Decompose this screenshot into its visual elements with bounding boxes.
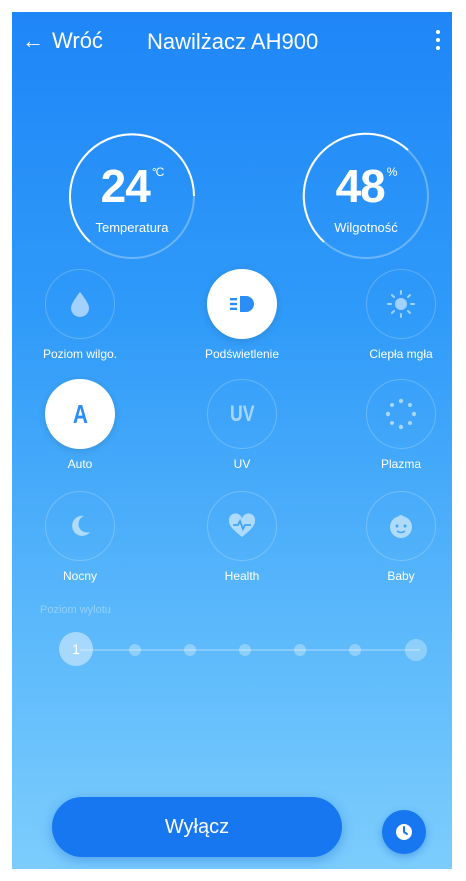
plasma-button[interactable] bbox=[366, 379, 436, 449]
feature-auto[interactable]: A Auto bbox=[20, 379, 140, 471]
header-bar: ← Wróć Nawilżacz AH900 bbox=[12, 12, 452, 72]
fan-level-step[interactable] bbox=[294, 644, 306, 656]
backlight-label: Podświetlenie bbox=[204, 347, 280, 361]
warm-mist-button[interactable] bbox=[366, 269, 436, 339]
feature-health[interactable]: Health bbox=[182, 491, 302, 583]
plasma-label: Plazma bbox=[380, 457, 421, 471]
app-screen: ← Wróć Nawilżacz AH900 24 °C Temperatura … bbox=[12, 12, 452, 869]
temperature-label: Temperatura bbox=[95, 220, 169, 235]
night-button[interactable] bbox=[45, 491, 115, 561]
temperature-value: 24 bbox=[100, 160, 151, 212]
temperature-unit: °C bbox=[151, 165, 165, 179]
baby-label: Baby bbox=[387, 569, 415, 583]
feature-warm-mist[interactable]: Ciepła mgła bbox=[341, 269, 452, 361]
fan-level-label: Poziom wylotu bbox=[40, 604, 111, 616]
temperature-gauge: 24 °C Temperatura bbox=[67, 131, 197, 261]
power-off-button[interactable]: Wyłącz bbox=[52, 797, 342, 857]
heart-pulse-icon bbox=[228, 513, 256, 537]
uv-label: UV bbox=[233, 457, 251, 471]
feature-night[interactable]: Nocny bbox=[20, 491, 140, 583]
fan-level-knob[interactable]: 1 bbox=[59, 632, 93, 666]
baby-button[interactable] bbox=[366, 491, 436, 561]
device-title: Nawilżacz AH900 bbox=[147, 29, 319, 54]
humidity-value-wrap: 48% bbox=[301, 159, 431, 213]
humidity-level-label: Poziom wilgo. bbox=[42, 347, 118, 361]
humidity-gauge: 48% Wilgotność bbox=[301, 131, 431, 261]
auto-icon: A bbox=[72, 398, 88, 429]
health-label: Health bbox=[224, 569, 260, 583]
power-off-label: Wyłącz bbox=[164, 815, 230, 838]
fan-level-step-max[interactable] bbox=[405, 639, 427, 661]
health-button[interactable] bbox=[207, 491, 277, 561]
feature-humidity-level[interactable]: Poziom wilgo. bbox=[20, 269, 140, 361]
moon-icon bbox=[72, 515, 90, 536]
back-label: Wróć bbox=[52, 28, 103, 53]
backlight-button[interactable] bbox=[207, 269, 277, 339]
uv-button[interactable]: UV bbox=[207, 379, 277, 449]
night-label: Nocny bbox=[62, 569, 97, 583]
clock-icon bbox=[396, 824, 412, 840]
sun-icon bbox=[387, 290, 415, 318]
uv-icon: UV bbox=[229, 401, 255, 426]
fan-level-step[interactable] bbox=[239, 644, 251, 656]
humidity-unit: % bbox=[386, 165, 398, 179]
humidity-value: 48 bbox=[335, 160, 386, 212]
humidity-level-button[interactable] bbox=[45, 269, 115, 339]
feature-uv[interactable]: UV UV bbox=[182, 379, 302, 471]
fan-level-step[interactable] bbox=[184, 644, 196, 656]
auto-button[interactable]: A bbox=[45, 379, 115, 449]
auto-label: Auto bbox=[67, 457, 93, 471]
baby-face-icon bbox=[390, 515, 412, 538]
back-button[interactable]: ← Wróć bbox=[22, 28, 103, 54]
warm-mist-label: Ciepła mgła bbox=[369, 347, 433, 361]
feature-baby[interactable]: Baby bbox=[341, 491, 452, 583]
back-arrow-icon: ← bbox=[22, 28, 44, 53]
headlight-icon bbox=[230, 296, 254, 312]
plasma-dots-icon bbox=[385, 398, 417, 430]
water-drop-icon bbox=[71, 292, 89, 317]
temperature-value-wrap: 24 °C bbox=[67, 159, 197, 213]
fan-level-step[interactable] bbox=[349, 644, 361, 656]
feature-backlight[interactable]: Podświetlenie bbox=[182, 269, 302, 361]
timer-button[interactable] bbox=[382, 810, 426, 854]
humidity-label: Wilgotność bbox=[334, 220, 398, 235]
fan-level-step[interactable] bbox=[129, 644, 141, 656]
feature-plasma[interactable]: Plazma bbox=[341, 379, 452, 471]
more-options-icon[interactable] bbox=[430, 26, 446, 56]
